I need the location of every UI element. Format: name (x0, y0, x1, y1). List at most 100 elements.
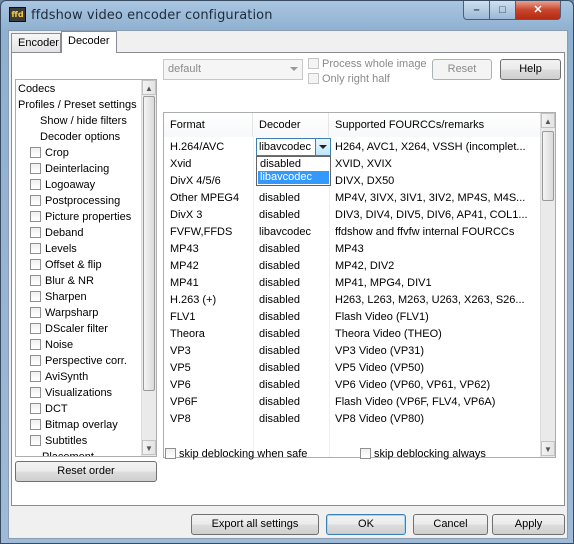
tree-item[interactable]: Deinterlacing (30, 162, 109, 178)
tree-item[interactable]: Noise (30, 338, 73, 354)
tree-item[interactable]: Logoaway (30, 178, 95, 194)
skip-deblocking-always-checkbox[interactable]: skip deblocking always (360, 448, 486, 462)
close-button[interactable]: ✕ (515, 1, 561, 20)
dropdown-option-libavcodec[interactable]: libavcodec (258, 171, 329, 184)
apply-button[interactable]: Apply (492, 514, 565, 535)
codec-grid[interactable]: Format Decoder Supported FOURCCs/remarks… (163, 112, 556, 458)
filter-checkbox[interactable] (30, 259, 41, 270)
table-row[interactable]: H.264/AVC H264, AVC1, X264, VSSH (incompl… (164, 139, 541, 156)
decoder-cell[interactable]: disabled (253, 309, 329, 326)
tree-item[interactable]: Levels (30, 242, 77, 258)
filter-checkbox[interactable] (30, 211, 41, 222)
decoder-cell[interactable]: libavcodec (253, 224, 329, 241)
tree-scrollbar-thumb[interactable] (143, 96, 155, 391)
tree-item[interactable]: Warpsharp (30, 306, 98, 322)
decoder-cell-combo[interactable]: libavcodec (256, 138, 331, 156)
tab-encoder[interactable]: Encoder (11, 33, 61, 53)
scroll-down-arrow-icon[interactable]: ▼ (541, 441, 555, 456)
scroll-up-arrow-icon[interactable]: ▲ (541, 113, 555, 128)
table-row[interactable]: Theora disabled Theora Video (THEO) (164, 326, 541, 343)
tree-item[interactable]: DCT (30, 402, 68, 418)
tree-item[interactable]: AviSynth (30, 370, 88, 386)
table-row[interactable]: Other MPEG4 disabled MP4V, 3IVX, 3IV1, 3IV… (164, 190, 541, 207)
filter-checkbox[interactable] (30, 435, 41, 446)
minimize-button[interactable]: – (463, 1, 490, 20)
decoder-cell[interactable]: disabled (253, 360, 329, 377)
tab-decoder[interactable]: Decoder (61, 31, 117, 53)
grid-scrollbar-thumb[interactable] (542, 131, 554, 201)
filter-checkbox[interactable] (30, 403, 41, 414)
filter-checkbox[interactable] (30, 163, 41, 174)
filter-checkbox[interactable] (30, 323, 41, 334)
ffdshow-app-icon[interactable]: ffd (9, 7, 26, 22)
cancel-button[interactable]: Cancel (413, 514, 488, 535)
tree-item[interactable]: DScaler filter (30, 322, 108, 338)
filter-checkbox[interactable] (30, 275, 41, 286)
skip-deblocking-safe-checkbox[interactable]: skip deblocking when safe (165, 448, 307, 462)
decoder-cell[interactable]: disabled (253, 411, 329, 428)
decoder-dropdown-list[interactable]: disabled libavcodec (256, 156, 331, 186)
process-whole-image-checkbox[interactable]: Process whole image (308, 58, 427, 72)
grid-scrollbar[interactable]: ▲ ▼ (540, 113, 555, 457)
chevron-down-icon[interactable] (315, 139, 330, 155)
filter-checkbox[interactable] (30, 307, 41, 318)
tree-item[interactable]: Visualizations (30, 386, 112, 402)
tree-item[interactable]: Placement (42, 450, 94, 456)
table-row[interactable]: MP43 disabled MP43 (164, 241, 541, 258)
export-all-settings-button[interactable]: Export all settings (191, 514, 319, 535)
table-row[interactable]: H.263 (+) disabled H263, L263, M263, U263,… (164, 292, 541, 309)
filter-checkbox[interactable] (30, 195, 41, 206)
filter-checkbox[interactable] (30, 339, 41, 350)
table-row[interactable]: DivX 3 disabled DIV3, DIV4, DIV5, DIV6, AP… (164, 207, 541, 224)
decoder-cell[interactable]: disabled (253, 326, 329, 343)
column-header-remarks[interactable]: Supported FOURCCs/remarks (329, 113, 541, 137)
reset-order-button[interactable]: Reset order (15, 461, 157, 482)
tree-item[interactable]: Crop (30, 146, 69, 162)
filter-checkbox[interactable] (30, 227, 41, 238)
decoder-cell[interactable]: disabled (253, 394, 329, 411)
settings-tree[interactable]: Codecs Profiles / Preset settings Show / h… (15, 79, 157, 457)
tree-item[interactable]: Deband (30, 226, 84, 242)
filter-checkbox[interactable] (30, 179, 41, 190)
decoder-cell[interactable]: disabled (253, 343, 329, 360)
tree-item[interactable]: Bitmap overlay (30, 418, 118, 434)
scroll-down-arrow-icon[interactable]: ▼ (142, 440, 156, 455)
tree-item[interactable]: Profiles / Preset settings (18, 98, 137, 114)
tree-item[interactable]: Subtitles (30, 434, 87, 450)
tree-item[interactable]: Show / hide filters (40, 114, 127, 130)
tree-item[interactable]: Offset & flip (30, 258, 102, 274)
tree-item[interactable]: Postprocessing (30, 194, 120, 210)
title-bar[interactable]: ffd ffdshow video encoder configuration … (1, 1, 573, 29)
filter-checkbox[interactable] (30, 355, 41, 366)
only-right-half-checkbox[interactable]: Only right half (308, 73, 390, 87)
decoder-cell[interactable]: disabled (253, 292, 329, 309)
table-row[interactable]: VP5 disabled VP5 Video (VP50) (164, 360, 541, 377)
filter-checkbox[interactable] (30, 291, 41, 302)
table-row[interactable]: FVFW,FFDS libavcodec ffdshow and ffvfw int… (164, 224, 541, 241)
filter-checkbox[interactable] (30, 387, 41, 398)
ok-button[interactable]: OK (326, 514, 406, 535)
table-row[interactable]: MP41 disabled MP41, MPG4, DIV1 (164, 275, 541, 292)
filter-checkbox[interactable] (30, 147, 41, 158)
decoder-cell[interactable]: disabled (253, 190, 329, 207)
decoder-cell[interactable]: disabled (253, 258, 329, 275)
scroll-up-arrow-icon[interactable]: ▲ (142, 80, 156, 95)
table-row[interactable]: VP6F disabled Flash Video (VP6F, FLV4, VP6… (164, 394, 541, 411)
filter-checkbox[interactable] (30, 243, 41, 254)
column-header-decoder[interactable]: Decoder (253, 113, 329, 137)
table-row[interactable]: MP42 disabled MP42, DIV2 (164, 258, 541, 275)
tree-scrollbar[interactable]: ▲ ▼ (141, 80, 156, 456)
reset-button[interactable]: Reset (432, 59, 492, 80)
decoder-cell[interactable]: disabled (253, 275, 329, 292)
tree-item[interactable]: Picture properties (30, 210, 131, 226)
table-row[interactable]: Xvid disabled XVID, XVIX (164, 156, 541, 173)
tree-item[interactable]: Decoder options (40, 130, 120, 146)
tree-item[interactable]: Perspective corr. (30, 354, 127, 370)
maximize-button[interactable]: □ (489, 1, 516, 20)
table-row[interactable]: VP8 disabled VP8 Video (VP80) (164, 411, 541, 428)
preset-combo[interactable]: default (163, 59, 303, 80)
column-header-format[interactable]: Format (164, 113, 253, 137)
table-row[interactable]: DivX 4/5/6disabledDIVX, DX50 (164, 173, 541, 190)
table-row[interactable]: VP6 disabled VP6 Video (VP60, VP61, VP62) (164, 377, 541, 394)
tree-item[interactable]: Blur & NR (30, 274, 94, 290)
